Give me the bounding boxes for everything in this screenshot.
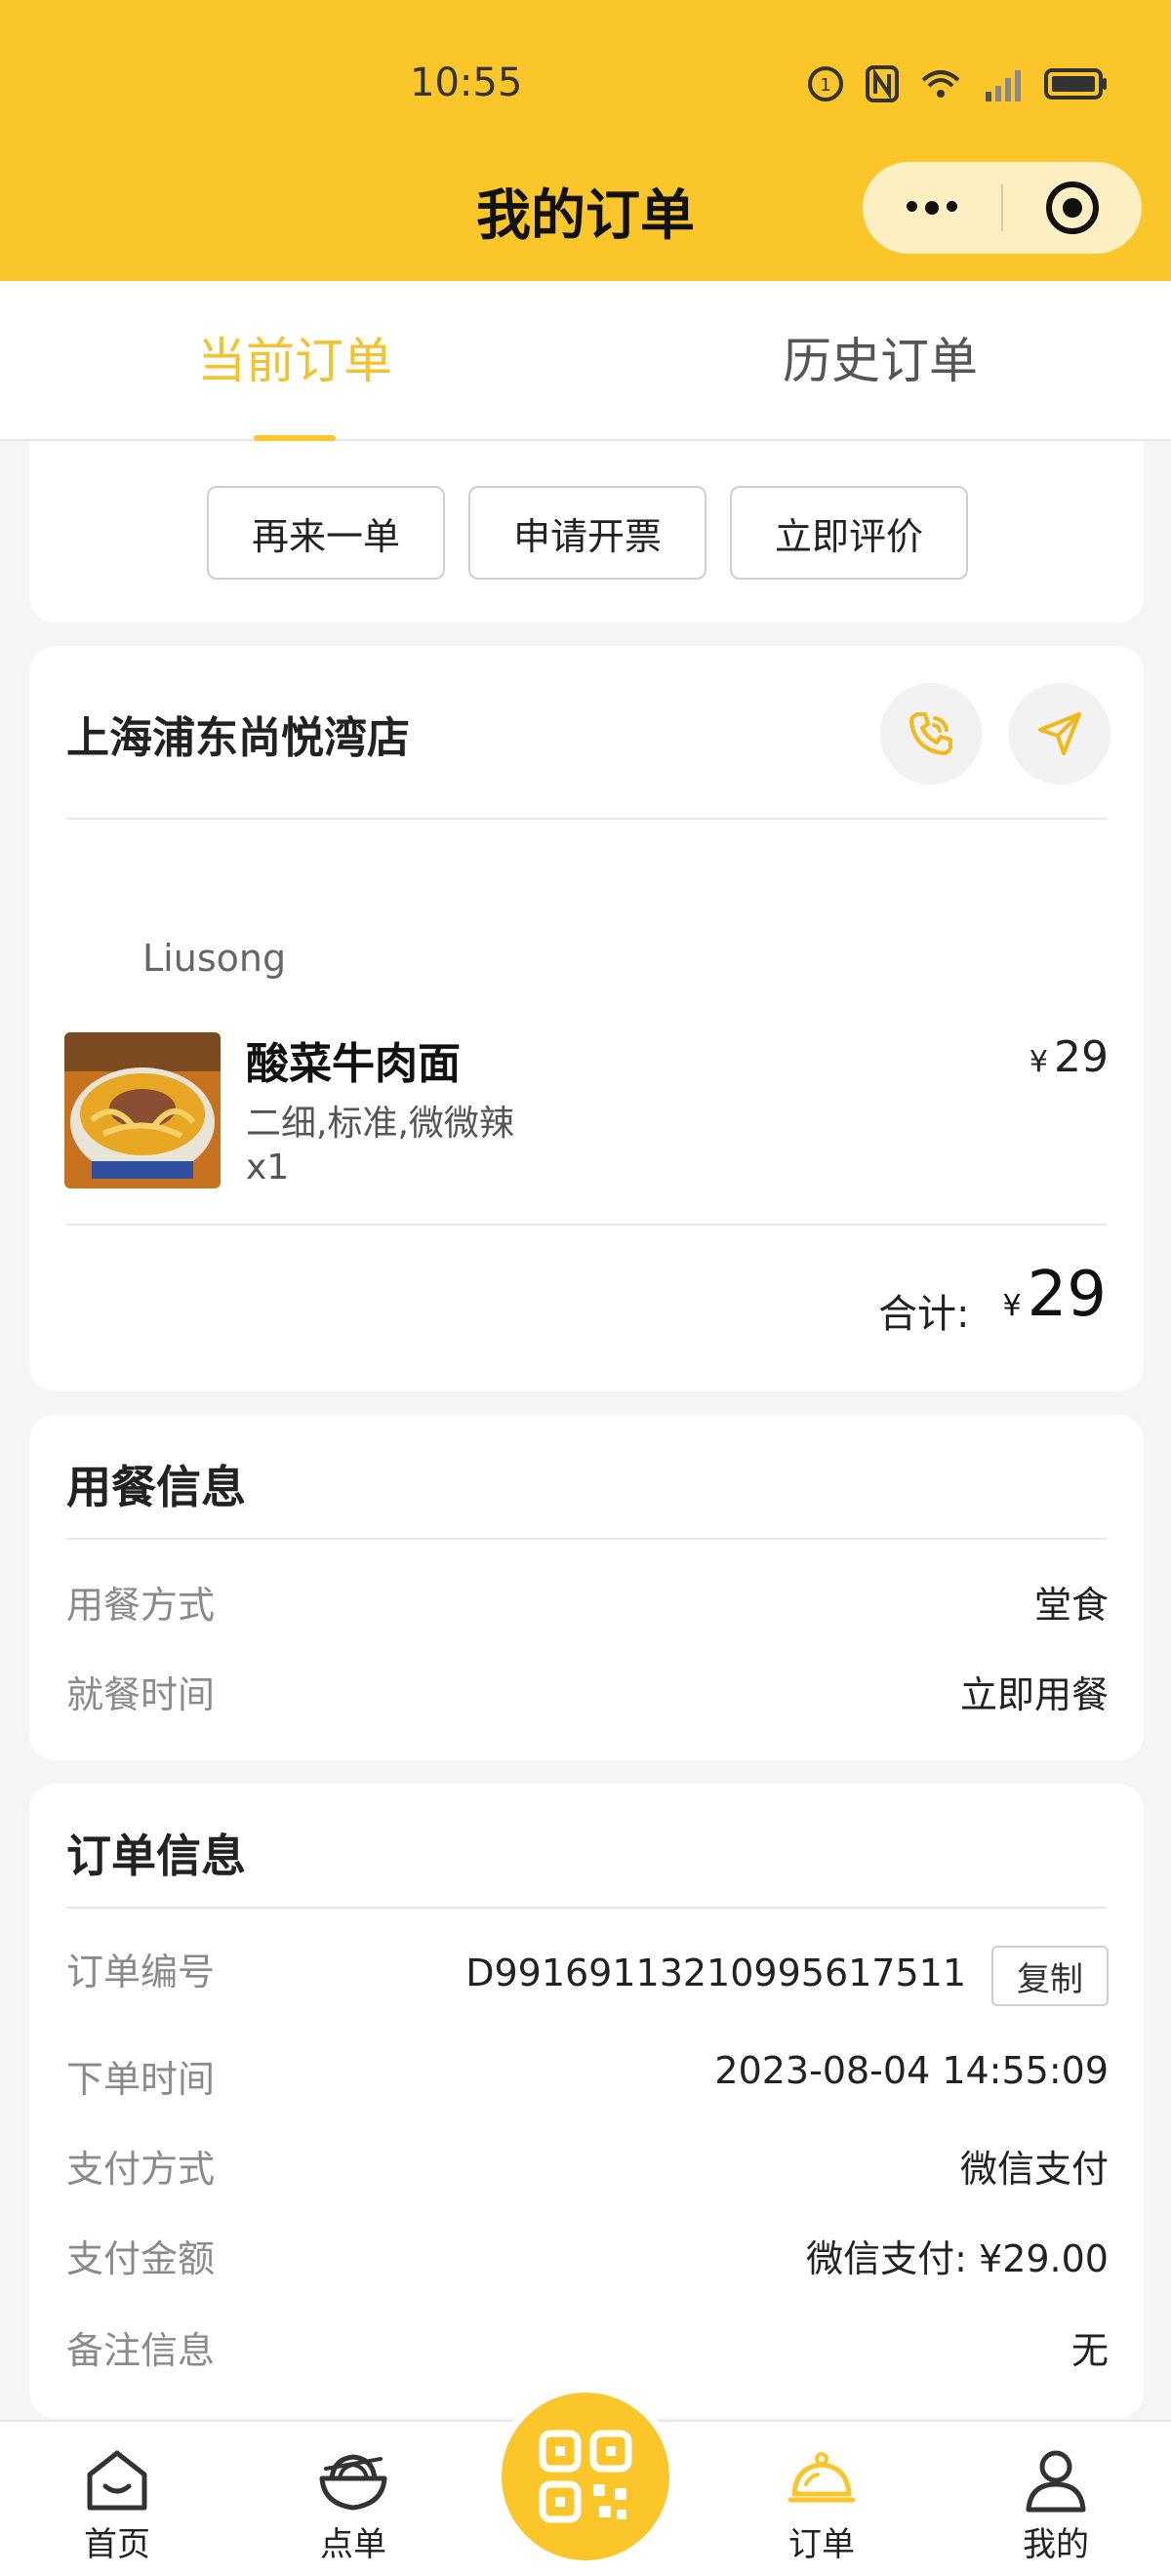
home-icon bbox=[87, 2450, 147, 2511]
qr-code-icon bbox=[539, 2430, 632, 2523]
nav-orders[interactable]: 订单 bbox=[753, 2445, 890, 2565]
food-price: ¥29 bbox=[1030, 1032, 1109, 1082]
more-dot-icon bbox=[925, 201, 939, 215]
status-icons: 1 bbox=[806, 64, 1109, 103]
wifi-icon bbox=[921, 70, 960, 98]
noodle-bowl-icon bbox=[319, 2454, 387, 2511]
order-number-label: 订单编号 bbox=[66, 1951, 216, 1993]
reorder-button[interactable]: 再来一单 bbox=[207, 486, 445, 580]
review-button[interactable]: 立即评价 bbox=[730, 486, 968, 580]
svg-text:1: 1 bbox=[820, 75, 830, 96]
nav-me-label: 我的 bbox=[1023, 2525, 1089, 2564]
dining-time-value: 立即用餐 bbox=[959, 1673, 1109, 1716]
order-actions-card: 再来一单 申请开票 立即评价 bbox=[29, 441, 1144, 623]
nav-orders-label: 订单 bbox=[788, 2525, 855, 2564]
tab-history-orders[interactable]: 历史订单 bbox=[783, 322, 978, 392]
divider bbox=[66, 1538, 1107, 1540]
order-time-value: 2023-08-04 14:55:09 bbox=[714, 2049, 1109, 2092]
dining-method-value: 堂食 bbox=[1033, 1584, 1109, 1627]
divider bbox=[66, 1907, 1107, 1909]
currency-symbol: ¥ bbox=[1002, 1289, 1022, 1323]
close-miniprogram-button[interactable] bbox=[1003, 180, 1142, 236]
total-amount-value: 29 bbox=[1027, 1259, 1107, 1331]
navigation-icon bbox=[1038, 712, 1081, 755]
nav-me[interactable]: 我的 bbox=[988, 2445, 1124, 2565]
cloche-icon bbox=[787, 2452, 856, 2503]
nav-home[interactable]: 首页 bbox=[49, 2445, 185, 2565]
remark-label: 备注信息 bbox=[66, 2329, 216, 2372]
dining-info-title: 用餐信息 bbox=[66, 1461, 246, 1513]
dining-method-label: 用餐方式 bbox=[66, 1584, 216, 1627]
user-icon bbox=[1026, 2450, 1086, 2513]
payment-amount-label: 支付金额 bbox=[66, 2237, 216, 2280]
navigate-store-button[interactable] bbox=[1009, 683, 1110, 785]
divider bbox=[66, 1224, 1107, 1226]
more-button[interactable] bbox=[863, 201, 1001, 215]
nav-menu-label: 点单 bbox=[320, 2525, 386, 2564]
more-dot-icon bbox=[907, 201, 917, 212]
order-info-title: 订单信息 bbox=[66, 1830, 246, 1882]
tab-current-orders[interactable]: 当前订单 bbox=[197, 322, 392, 392]
status-time: 10:55 bbox=[410, 60, 523, 105]
dining-time-label: 就餐时间 bbox=[66, 1673, 216, 1716]
store-order-card: 上海浦东尚悦湾店 Liusong 酸菜牛肉面 二细,标准,微微辣 x1 ¥29 … bbox=[29, 646, 1144, 1391]
food-price-value: 29 bbox=[1054, 1032, 1109, 1082]
call-store-button[interactable] bbox=[880, 683, 982, 785]
payment-method-label: 支付方式 bbox=[66, 2148, 216, 2191]
food-quantity: x1 bbox=[246, 1147, 290, 1187]
scan-code-circle bbox=[502, 2393, 669, 2560]
header-bar: 10:55 1 我的订单 bbox=[0, 0, 1171, 281]
remark-value: 无 bbox=[1070, 2329, 1109, 2372]
cook-name: Liusong bbox=[142, 937, 287, 980]
payment-method-value: 微信支付 bbox=[959, 2148, 1109, 2191]
total-amount: ¥29 bbox=[1002, 1259, 1107, 1331]
copy-order-number-button[interactable]: 复制 bbox=[991, 1946, 1109, 2006]
miniprogram-capsule bbox=[863, 162, 1142, 254]
payment-amount-value: 微信支付: ¥29.00 bbox=[806, 2237, 1109, 2280]
target-icon bbox=[1046, 181, 1099, 234]
food-image bbox=[64, 1032, 221, 1188]
order-number-value: D991691132109956175​11 bbox=[465, 1952, 966, 1994]
currency-symbol: ¥ bbox=[1029, 1045, 1048, 1079]
order-info-card: 订单信息 订单编号 D991691132109956175​11 复制 下单时间… bbox=[29, 1784, 1144, 2418]
nav-menu[interactable]: 点单 bbox=[285, 2445, 422, 2565]
food-name: 酸菜牛肉面 bbox=[246, 1039, 461, 1089]
invoice-button[interactable]: 申请开票 bbox=[468, 486, 707, 580]
divider bbox=[66, 818, 1107, 820]
nfc-icon bbox=[866, 65, 899, 102]
store-name: 上海浦东尚悦湾店 bbox=[66, 713, 410, 763]
phone-icon bbox=[909, 712, 952, 755]
battery-icon bbox=[1044, 68, 1107, 100]
order-time-label: 下单时间 bbox=[66, 2058, 216, 2101]
food-spec: 二细,标准,微微辣 bbox=[246, 1104, 514, 1144]
total-label: 合计: bbox=[878, 1292, 970, 1337]
more-dot-icon bbox=[947, 201, 957, 212]
signal-icon bbox=[986, 70, 1021, 101]
nav-home-label: 首页 bbox=[84, 2525, 150, 2564]
order-tabs: 当前订单 历史订单 bbox=[0, 281, 1171, 441]
dining-info-card: 用餐信息 用餐方式 堂食 就餐时间 立即用餐 bbox=[29, 1415, 1144, 1760]
scan-code-button[interactable] bbox=[494, 2385, 677, 2568]
hd-icon: 1 bbox=[808, 66, 843, 101]
